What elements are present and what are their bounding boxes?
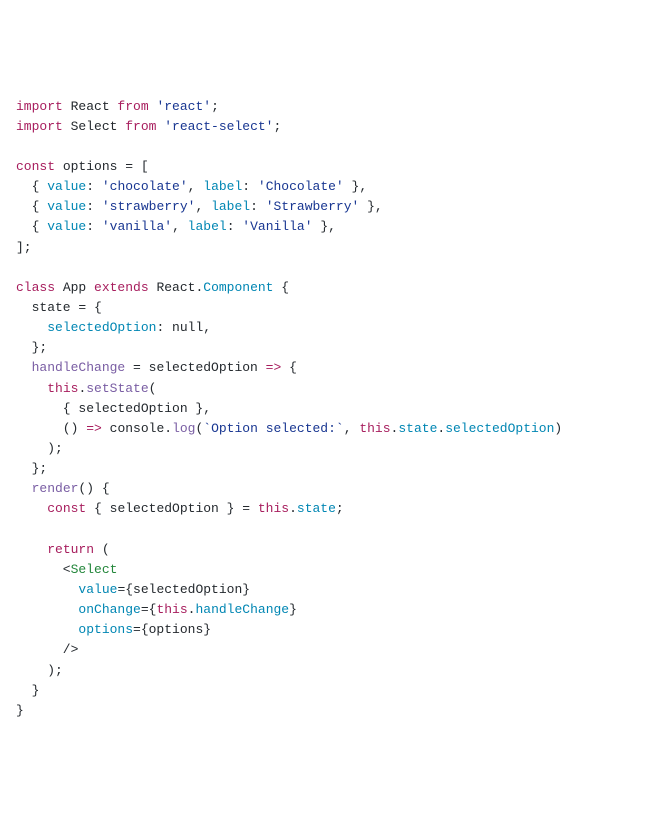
arrow-function: => bbox=[86, 421, 102, 436]
string-literal: 'vanilla' bbox=[102, 219, 172, 234]
arrow-function: => bbox=[258, 360, 281, 375]
string-literal: 'react-select' bbox=[156, 119, 273, 134]
method-setstate: setState bbox=[86, 381, 148, 396]
string-literal: 'Chocolate' bbox=[258, 179, 344, 194]
keyword-const: const bbox=[16, 159, 55, 174]
string-literal: 'Strawberry' bbox=[266, 199, 360, 214]
keyword-import: import bbox=[16, 99, 63, 114]
method-render: render bbox=[32, 481, 79, 496]
keyword-class: class bbox=[16, 280, 55, 295]
keyword-this: this bbox=[156, 602, 187, 617]
keyword-this: this bbox=[258, 501, 289, 516]
property-value: value bbox=[47, 179, 86, 194]
property-label: label bbox=[203, 179, 242, 194]
string-literal: 'Vanilla' bbox=[242, 219, 312, 234]
property-state: state bbox=[398, 421, 437, 436]
property-value: value bbox=[47, 199, 86, 214]
jsx-attr-onchange: onChange bbox=[78, 602, 140, 617]
string-literal: 'react' bbox=[149, 99, 211, 114]
keyword-from: from bbox=[125, 119, 156, 134]
template-literal: `Option selected:` bbox=[203, 421, 343, 436]
keyword-extends: extends bbox=[94, 280, 149, 295]
keyword-this: this bbox=[359, 421, 390, 436]
keyword-this: this bbox=[47, 381, 78, 396]
code-block: import React from 'react'; import Select… bbox=[16, 97, 629, 721]
string-literal: 'strawberry' bbox=[102, 199, 196, 214]
jsx-tag-select: Select bbox=[71, 562, 118, 577]
string-literal: 'chocolate' bbox=[102, 179, 188, 194]
property-handlechange: handleChange bbox=[195, 602, 289, 617]
jsx-attr-value: value bbox=[78, 582, 117, 597]
keyword-return: return bbox=[47, 542, 94, 557]
property-state: state bbox=[297, 501, 336, 516]
keyword-import: import bbox=[16, 119, 63, 134]
property-selectedoption: selectedOption bbox=[445, 421, 554, 436]
jsx-attr-options: options bbox=[78, 622, 133, 637]
keyword-const: const bbox=[47, 501, 86, 516]
method-handlechange: handleChange bbox=[32, 360, 126, 375]
property-selectedoption: selectedOption bbox=[47, 320, 156, 335]
property-label: label bbox=[211, 199, 250, 214]
property-label: label bbox=[188, 219, 227, 234]
property-value: value bbox=[47, 219, 86, 234]
method-log: log bbox=[172, 421, 195, 436]
keyword-from: from bbox=[117, 99, 148, 114]
class-component: Component bbox=[203, 280, 273, 295]
